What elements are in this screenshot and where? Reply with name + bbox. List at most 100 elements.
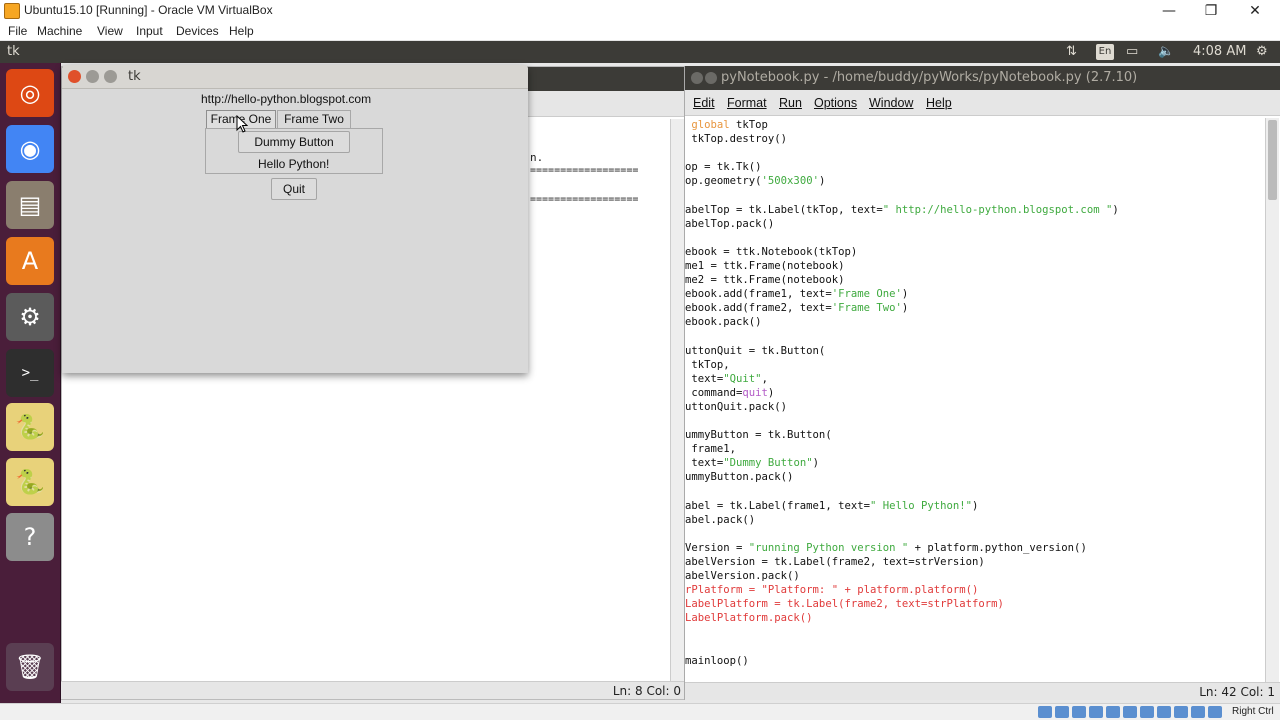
menu-file[interactable]: File [8,24,27,38]
code-token: uttonQuit = tk.Button( [685,344,826,357]
mouse-integration-icon[interactable] [1174,706,1188,718]
code-line: tkTop, [685,358,1265,372]
code-token: + platform.python_version() [908,541,1087,554]
menu-input[interactable]: Input [136,24,163,38]
editor-menu-window[interactable]: Window [869,96,913,110]
dummy-button[interactable]: Dummy Button [238,131,350,153]
restore-button[interactable]: ❐ [1188,0,1234,22]
code-line: global tkTop [685,118,1265,132]
code-line: abel.pack() [685,513,1265,527]
launcher-python-idle-1-icon[interactable]: 🐍 [6,403,54,451]
code-token: ) [1112,203,1119,216]
code-token: ) [901,288,909,301]
cpu-icon[interactable] [1208,706,1222,718]
hdd-icon[interactable] [1038,706,1052,718]
code-line: text="Quit", [685,372,1265,386]
minimize-button[interactable]: — [1146,0,1192,22]
virtualbox-menubar: File Machine View Input Devices Help [0,22,1280,41]
optical-drive-icon[interactable] [1055,706,1069,718]
code-token: command= [685,386,743,399]
network-adapter-icon[interactable] [1089,706,1103,718]
tab-frame-two[interactable]: Frame Two [277,110,351,128]
active-app-name: tk [7,44,20,59]
usb-icon[interactable] [1106,706,1120,718]
virtualbox-statusbar: Right Ctrl [0,703,1280,720]
video-capture-icon[interactable] [1157,706,1171,718]
code-line: abelTop = tk.Label(tkTop, text=" http://… [685,203,1265,217]
keyboard-capture-icon[interactable] [1191,706,1205,718]
launcher-ubuntu-dash-icon[interactable]: ◎ [6,69,54,117]
code-token: ) [818,175,826,188]
device-indicator-icons[interactable] [1038,706,1222,718]
code-line: ummyButton = tk.Button( [685,428,1265,442]
shell-separator-1: ================== [530,165,639,176]
code-line: text="Dummy Button") [685,456,1265,470]
editor-menu-options[interactable]: Options [814,96,857,110]
launcher-system-settings-icon[interactable]: ⚙ [6,293,54,341]
editor-cursor-position: Ln: 42 Col: 1 [1199,685,1275,699]
shared-folders-icon[interactable] [1123,706,1137,718]
code-token: text= [685,457,724,470]
menu-view[interactable]: View [97,24,123,38]
code-editor[interactable]: global tkTop tkTop.destroy() op = tk.Tk()… [685,118,1265,682]
keyboard-layout-indicator[interactable]: En [1096,44,1114,60]
code-line: abel = tk.Label(frame1, text=" Hello Pyt… [685,499,1265,513]
code-line: ummyButton.pack() [685,470,1265,484]
tk-window-title: tk [128,69,141,84]
url-label: http://hello-python.blogspot.com [201,92,372,106]
editor-menu-format[interactable]: Format [727,96,767,110]
editor-scrollbar[interactable] [1265,118,1279,682]
launcher-software-center-icon[interactable]: A [6,237,54,285]
volume-icon[interactable]: 🔈 [1158,44,1174,59]
code-token: 'Frame Two' [831,302,902,315]
shell-scrollbar[interactable] [670,119,684,681]
code-token: ebook.pack() [685,316,762,329]
code-token: , [761,372,768,385]
editor-maximize-icon[interactable] [705,72,717,84]
code-line: uttonQuit.pack() [685,400,1265,414]
menu-machine[interactable]: Machine [37,24,82,38]
menu-devices[interactable]: Devices [176,24,219,38]
menu-help[interactable]: Help [229,24,254,38]
launcher-files-icon[interactable]: ▤ [6,181,54,229]
editor-menu-help[interactable]: Help [926,96,952,110]
battery-icon[interactable]: ▭ [1126,44,1138,59]
code-token: abel.pack() [685,513,756,526]
launcher-unknown-app-icon[interactable]: ? [6,513,54,561]
editor-minimize-icon[interactable] [691,72,703,84]
network-icon[interactable]: ⇅ [1066,44,1077,59]
code-token: ebook = ttk.Notebook(tkTop) [685,245,858,258]
code-token: ) [972,499,979,512]
close-button[interactable]: ✕ [1232,0,1278,22]
code-token: " http://hello-python.blogspot.com " [882,203,1113,216]
editor-window: pyNotebook.py - /home/buddy/pyWorks/pyNo… [684,66,1280,700]
code-line: mainloop() [685,654,1265,668]
tk-minimize-icon[interactable] [86,70,99,83]
launcher-terminal-icon[interactable]: >_ [6,349,54,397]
code-line: Version = "running Python version " + pl… [685,541,1265,555]
code-line: ebook.add(frame1, text='Frame One') [685,287,1265,301]
clock[interactable]: 4:08 AM [1193,44,1246,59]
quit-button[interactable]: Quit [271,178,317,200]
editor-scrollbar-thumb[interactable] [1268,120,1277,200]
display-icon[interactable] [1140,706,1154,718]
editor-menu-run[interactable]: Run [779,96,802,110]
audio-icon[interactable] [1072,706,1086,718]
shell-cursor-position: Ln: 8 Col: 0 [612,684,681,698]
editor-menu-edit[interactable]: Edit [693,96,715,110]
code-line: abelVersion.pack() [685,569,1265,583]
shell-statusbar: Ln: 8 Col: 0 [61,681,684,699]
tk-maximize-icon[interactable] [104,70,117,83]
launcher-python-idle-2-icon[interactable]: 🐍 [6,458,54,506]
tk-close-icon[interactable] [68,70,81,83]
launcher-chrome-icon[interactable]: ◉ [6,125,54,173]
code-token: abelVersion.pack() [685,570,800,582]
settings-gear-icon[interactable]: ⚙ [1256,44,1268,59]
code-line: op = tk.Tk() [685,160,1265,174]
code-token: ) [767,386,775,399]
shell-text-fragment: n. [530,151,544,164]
launcher-trash-icon[interactable]: 🗑 [6,643,54,691]
